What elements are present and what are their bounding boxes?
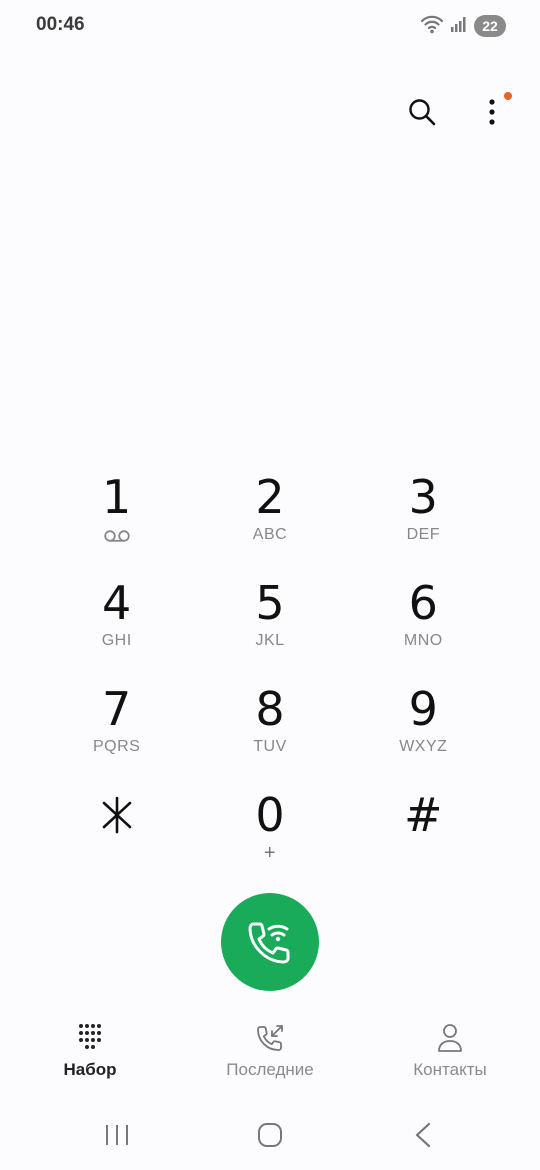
key-digit: 7 bbox=[102, 682, 132, 736]
key-digit: 5 bbox=[255, 576, 285, 630]
battery-indicator: 22 bbox=[474, 15, 506, 37]
tab-label: Контакты bbox=[413, 1060, 487, 1079]
key-letters: TUV bbox=[253, 738, 287, 755]
home-icon bbox=[257, 1123, 282, 1147]
dialpad-key-0[interactable]: 0 + bbox=[193, 786, 346, 892]
dialpad-key-star[interactable]: * bbox=[40, 786, 193, 892]
search-icon bbox=[409, 99, 436, 126]
key-digit: 9 bbox=[408, 682, 438, 736]
key-letters: WXYZ bbox=[399, 738, 448, 755]
recent-apps-icon bbox=[105, 1125, 128, 1145]
phone-dialer-screen: 00:46 22 1 2 ABC 3 DEF 4 GHI 5 JKL 6 MNO… bbox=[0, 0, 540, 1170]
dialpad: 1 2 ABC 3 DEF 4 GHI 5 JKL 6 MNO 7 PQRS 8… bbox=[40, 468, 500, 892]
back-chevron-icon bbox=[416, 1122, 431, 1148]
dialpad-icon bbox=[78, 1020, 102, 1056]
top-actions bbox=[402, 88, 512, 136]
dialpad-key-5[interactable]: 5 JKL bbox=[193, 574, 346, 680]
key-digit: 4 bbox=[102, 576, 132, 630]
recent-calls-icon bbox=[254, 1020, 286, 1056]
key-letters: MNO bbox=[403, 632, 443, 649]
system-nav-bar bbox=[0, 1110, 540, 1160]
dialpad-key-9[interactable]: 9 WXYZ bbox=[347, 680, 500, 786]
key-letters: JKL bbox=[255, 632, 285, 649]
bottom-tabs: Набор Последние Контакты bbox=[0, 1020, 540, 1090]
key-letters: DEF bbox=[406, 526, 441, 543]
notification-dot bbox=[504, 92, 512, 100]
key-letters: ABC bbox=[252, 526, 288, 543]
key-digit: # bbox=[404, 788, 443, 842]
dialpad-key-1[interactable]: 1 bbox=[40, 468, 193, 574]
key-digit: 6 bbox=[408, 576, 438, 630]
key-digit: 3 bbox=[408, 470, 438, 524]
phone-wifi-call-icon bbox=[248, 922, 290, 964]
contacts-icon bbox=[436, 1020, 464, 1056]
key-letters: GHI bbox=[101, 632, 132, 649]
dialpad-key-hash[interactable]: # bbox=[347, 786, 500, 892]
tab-dialer[interactable]: Набор bbox=[0, 1020, 180, 1090]
voicemail-icon bbox=[103, 526, 131, 546]
dialpad-key-4[interactable]: 4 GHI bbox=[40, 574, 193, 680]
key-digit: 1 bbox=[102, 470, 132, 524]
more-vert-icon bbox=[489, 99, 495, 125]
dialpad-key-2[interactable]: 2 ABC bbox=[193, 468, 346, 574]
status-icons: 22 bbox=[420, 14, 506, 38]
recent-apps-button[interactable] bbox=[87, 1113, 147, 1157]
key-letters: PQRS bbox=[92, 738, 141, 755]
home-button[interactable] bbox=[240, 1113, 300, 1157]
asterisk-icon bbox=[102, 796, 131, 834]
dialpad-key-7[interactable]: 7 PQRS bbox=[40, 680, 193, 786]
key-digit: 8 bbox=[255, 682, 285, 736]
key-digit: 2 bbox=[255, 470, 285, 524]
status-bar: 00:46 22 bbox=[0, 0, 540, 52]
more-options-button[interactable] bbox=[472, 88, 512, 136]
status-time: 00:46 bbox=[36, 14, 85, 35]
tab-recents[interactable]: Последние bbox=[180, 1020, 360, 1090]
wifi-icon bbox=[420, 14, 444, 39]
dialpad-key-8[interactable]: 8 TUV bbox=[193, 680, 346, 786]
tab-label: Последние bbox=[226, 1060, 314, 1079]
tab-label: Набор bbox=[63, 1060, 117, 1079]
key-digit: 0 bbox=[255, 788, 285, 842]
key-letters: + bbox=[263, 842, 277, 864]
call-button[interactable] bbox=[221, 893, 319, 991]
tab-contacts[interactable]: Контакты bbox=[360, 1020, 540, 1090]
dialpad-key-3[interactable]: 3 DEF bbox=[347, 468, 500, 574]
signal-icon bbox=[450, 15, 468, 38]
back-button[interactable] bbox=[393, 1113, 453, 1157]
search-button[interactable] bbox=[402, 88, 442, 136]
dialpad-key-6[interactable]: 6 MNO bbox=[347, 574, 500, 680]
